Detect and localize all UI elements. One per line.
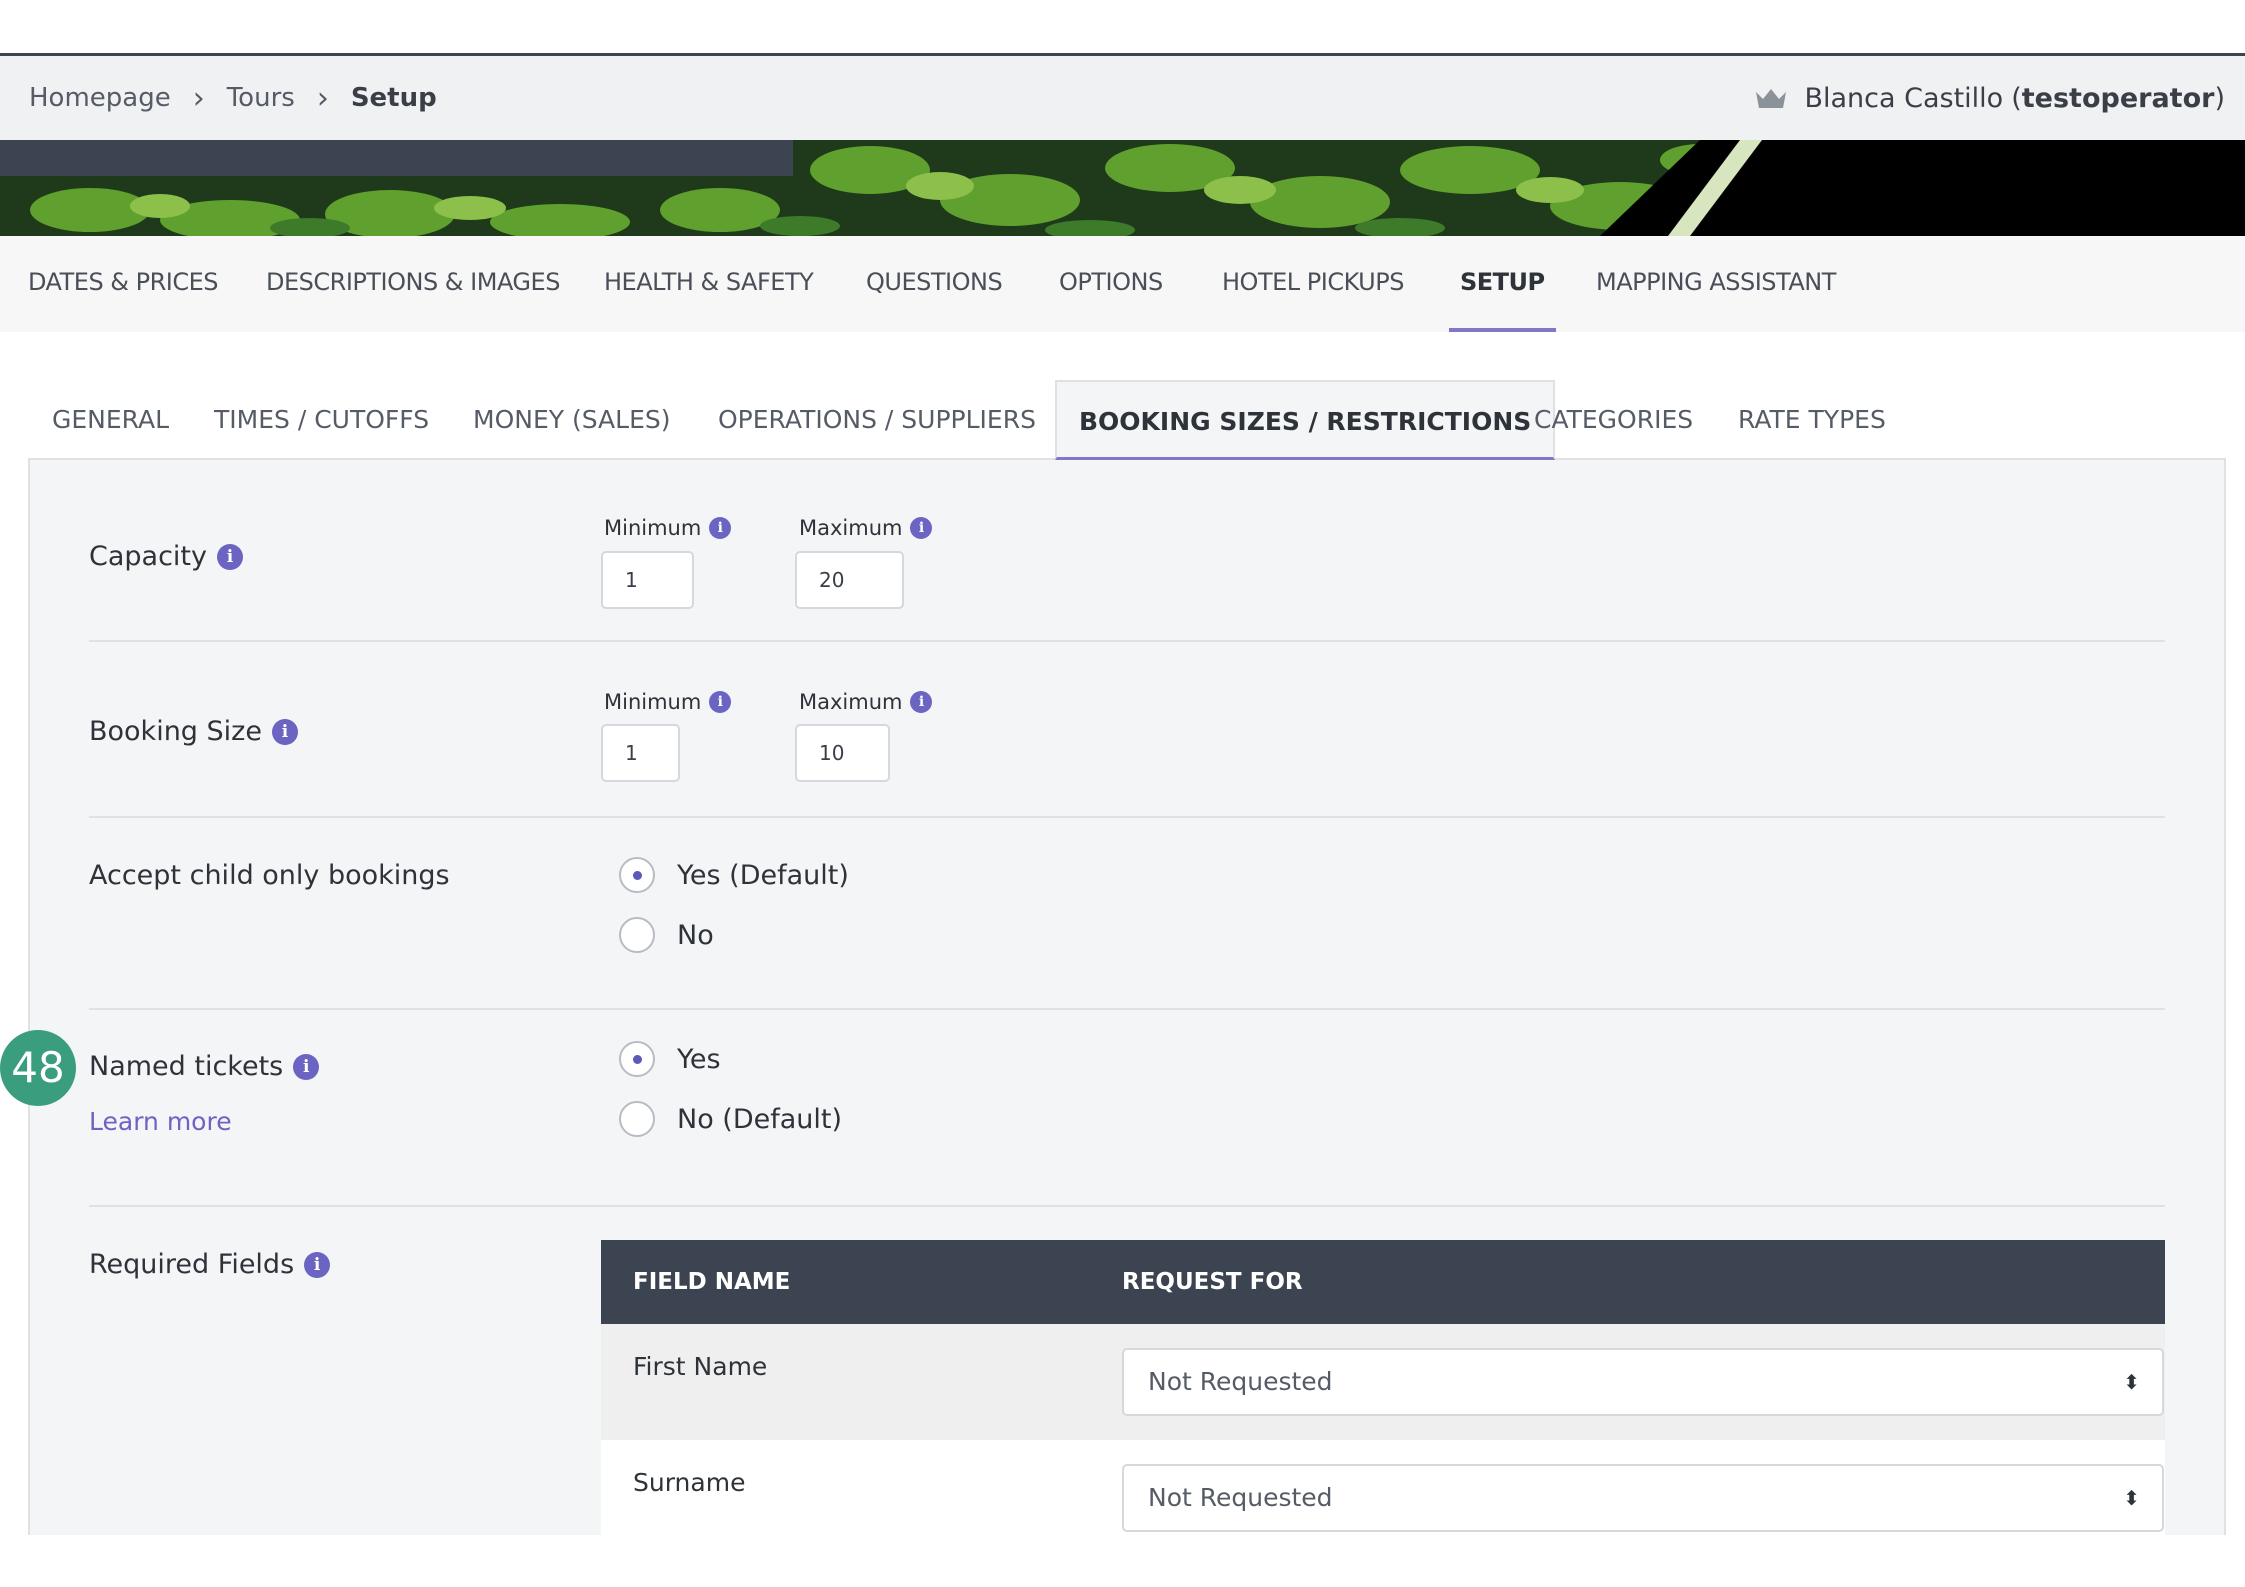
booking-max-label: Maximum bbox=[799, 690, 903, 714]
child-only-label: Accept child only bookings bbox=[89, 860, 450, 891]
user-close-paren: ) bbox=[2214, 82, 2225, 114]
radio-button-checked[interactable] bbox=[619, 1041, 655, 1077]
child-only-no-label: No bbox=[677, 919, 714, 951]
breadcrumb-homepage[interactable]: Homepage bbox=[29, 83, 171, 113]
radio-button[interactable] bbox=[619, 917, 655, 953]
banner-title-strip bbox=[0, 140, 793, 176]
field-name-cell: First Name bbox=[633, 1352, 768, 1381]
breadcrumb-bar: Homepage › Tours › Setup Blanca Castillo… bbox=[0, 56, 2245, 140]
subtab-general[interactable]: GENERAL bbox=[52, 380, 169, 460]
request-for-select[interactable]: Not Requested ⬍ bbox=[1122, 1348, 2164, 1416]
tab-mapping-assistant[interactable]: MAPPING ASSISTANT bbox=[1596, 236, 1836, 332]
named-tickets-no-option[interactable]: No (Default) bbox=[619, 1101, 842, 1137]
child-only-yes-option[interactable]: Yes (Default) bbox=[619, 857, 849, 893]
named-tickets-yes-label: Yes bbox=[677, 1043, 721, 1075]
capacity-min-input[interactable]: 1 bbox=[601, 551, 694, 609]
breadcrumb-tours[interactable]: Tours bbox=[227, 83, 295, 113]
select-value: Not Requested bbox=[1148, 1483, 1333, 1512]
sort-arrows-icon: ⬍ bbox=[2123, 1370, 2140, 1394]
child-only-no-option[interactable]: No bbox=[619, 917, 714, 953]
sub-tabs: GENERAL TIMES / CUTOFFS MONEY (SALES) OP… bbox=[28, 380, 2226, 460]
named-tickets-yes-option[interactable]: Yes bbox=[619, 1041, 721, 1077]
column-header-field-name: FIELD NAME bbox=[633, 1269, 791, 1295]
capacity-min-caption: Minimum i bbox=[604, 516, 732, 540]
tour-banner-image bbox=[0, 140, 2245, 236]
divider bbox=[89, 1008, 2165, 1010]
capacity-max-caption: Maximum i bbox=[799, 516, 933, 540]
booking-min-label: Minimum bbox=[604, 690, 702, 714]
subtab-times-cutoffs[interactable]: TIMES / CUTOFFS bbox=[214, 380, 429, 460]
tab-health-safety[interactable]: HEALTH & SAFETY bbox=[604, 236, 814, 332]
step-badge: 48 bbox=[0, 1030, 76, 1106]
user-menu[interactable]: Blanca Castillo (testoperator) bbox=[1754, 56, 2225, 140]
learn-more-link[interactable]: Learn more bbox=[89, 1107, 232, 1136]
booking-min-caption: Minimum i bbox=[604, 690, 732, 714]
subtab-operations-suppliers[interactable]: OPERATIONS / SUPPLIERS bbox=[718, 380, 1036, 460]
info-icon[interactable]: i bbox=[271, 718, 298, 745]
breadcrumb-setup: Setup bbox=[350, 83, 437, 113]
info-icon[interactable]: i bbox=[910, 517, 933, 539]
radio-button[interactable] bbox=[619, 1101, 655, 1137]
chevron-right-icon: › bbox=[316, 80, 329, 116]
divider bbox=[89, 640, 2165, 642]
capacity-label-text: Capacity bbox=[89, 541, 207, 572]
required-fields-table: FIELD NAME REQUEST FOR First Name Not Re… bbox=[601, 1240, 2165, 1556]
tab-options[interactable]: OPTIONS bbox=[1059, 236, 1163, 332]
field-name-cell: Surname bbox=[633, 1468, 746, 1497]
table-row: First Name Not Requested ⬍ bbox=[601, 1324, 2165, 1440]
tab-questions[interactable]: QUESTIONS bbox=[866, 236, 1003, 332]
required-fields-label-text: Required Fields bbox=[89, 1249, 295, 1280]
divider bbox=[89, 816, 2165, 818]
column-header-request-for: REQUEST FOR bbox=[1122, 1269, 1303, 1295]
capacity-max-label: Maximum bbox=[799, 516, 903, 540]
capacity-min-label: Minimum bbox=[604, 516, 702, 540]
crown-icon bbox=[1756, 89, 1787, 108]
required-fields-label: Required Fields i bbox=[89, 1249, 331, 1280]
request-for-select[interactable]: Not Requested ⬍ bbox=[1122, 1464, 2164, 1532]
tab-hotel-pickups[interactable]: HOTEL PICKUPS bbox=[1222, 236, 1404, 332]
breadcrumb: Homepage › Tours › Setup bbox=[29, 56, 437, 140]
page-bottom bbox=[0, 1535, 2245, 1587]
user-name: Blanca Castillo bbox=[1804, 82, 2004, 114]
tab-descriptions-images[interactable]: DESCRIPTIONS & IMAGES bbox=[266, 236, 560, 332]
info-icon[interactable]: i bbox=[217, 543, 243, 570]
sort-arrows-icon: ⬍ bbox=[2123, 1486, 2140, 1510]
booking-size-label: Booking Size i bbox=[89, 716, 298, 747]
booking-max-caption: Maximum i bbox=[799, 690, 933, 714]
subtab-booking-sizes-restrictions[interactable]: BOOKING SIZES / RESTRICTIONS bbox=[1055, 380, 1556, 460]
table-header: FIELD NAME REQUEST FOR bbox=[601, 1240, 2165, 1324]
top-strip bbox=[0, 0, 2245, 56]
subtab-rate-types[interactable]: RATE TYPES bbox=[1738, 380, 1886, 460]
tab-setup[interactable]: SETUP bbox=[1449, 236, 1556, 332]
main-tabs: DATES & PRICES DESCRIPTIONS & IMAGES HEA… bbox=[0, 236, 2245, 332]
divider bbox=[89, 1205, 2165, 1207]
user-open-paren: ( bbox=[2011, 82, 2022, 114]
capacity-max-input[interactable]: 20 bbox=[795, 551, 904, 609]
select-value: Not Requested bbox=[1148, 1367, 1333, 1396]
booking-size-max-input[interactable]: 10 bbox=[795, 724, 890, 782]
info-icon[interactable]: i bbox=[293, 1053, 320, 1080]
subtab-categories[interactable]: CATEGORIES bbox=[1534, 380, 1693, 460]
radio-button-checked[interactable] bbox=[619, 857, 655, 893]
named-tickets-label-text: Named tickets bbox=[89, 1051, 284, 1082]
chevron-right-icon: › bbox=[192, 80, 205, 116]
named-tickets-label: Named tickets i bbox=[89, 1051, 320, 1082]
user-username: testoperator bbox=[2021, 82, 2215, 114]
named-tickets-no-label: No (Default) bbox=[677, 1103, 843, 1135]
capacity-label: Capacity i bbox=[89, 541, 243, 572]
child-only-yes-label: Yes (Default) bbox=[677, 859, 849, 891]
tab-dates-prices[interactable]: DATES & PRICES bbox=[28, 236, 219, 332]
info-icon[interactable]: i bbox=[910, 691, 933, 713]
info-icon[interactable]: i bbox=[709, 691, 732, 713]
booking-size-min-input[interactable]: 1 bbox=[601, 724, 680, 782]
info-icon[interactable]: i bbox=[709, 517, 732, 539]
booking-size-label-text: Booking Size bbox=[89, 716, 262, 747]
info-icon[interactable]: i bbox=[304, 1251, 331, 1278]
subtab-money-sales[interactable]: MONEY (SALES) bbox=[473, 380, 671, 460]
